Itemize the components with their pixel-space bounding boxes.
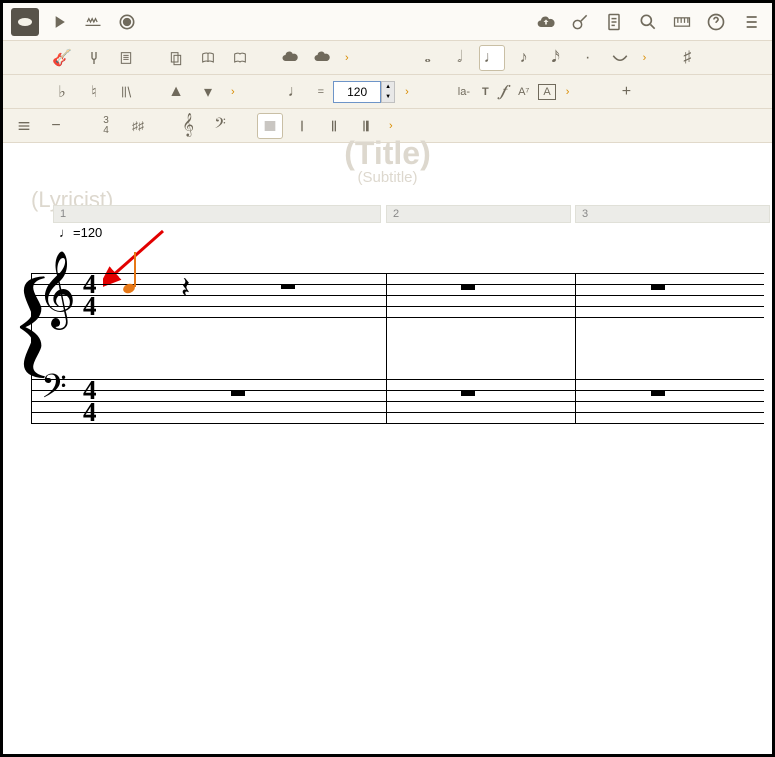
tempo-input-wrap: ▲ ▼: [333, 81, 395, 103]
flat-icon[interactable]: ♭: [49, 79, 75, 105]
grand-staff: 𝄔 𝄞 4 4 𝄽 𝄢 4: [31, 273, 764, 423]
tempo-down-icon[interactable]: ▼: [382, 92, 394, 102]
sixteenth-note-icon[interactable]: 𝅘𝅥𝅯: [543, 45, 569, 71]
measure-number[interactable]: 1: [53, 205, 381, 223]
tempo-marking[interactable]: =120: [59, 225, 102, 240]
piano-keys-icon[interactable]: [668, 8, 696, 36]
enharmonic-icon[interactable]: [113, 79, 139, 105]
time-signature[interactable]: 4 4: [83, 379, 97, 423]
measure-number[interactable]: 3: [575, 205, 770, 223]
app-logo-icon[interactable]: [11, 8, 39, 36]
barline-double-tool[interactable]: [321, 113, 347, 139]
cloud-down-icon[interactable]: [277, 45, 303, 71]
toolbar-accidentals-text: ♭ ♮ ▲ ▾ › ♩ = ▲ ▼ › la- T 𝆑 A⁷ A › +: [3, 75, 772, 109]
note-stem: [134, 252, 136, 287]
natural-icon[interactable]: ♮: [81, 79, 107, 105]
tempo-up-icon[interactable]: ▲: [382, 82, 394, 92]
accent-down-icon[interactable]: ▾: [195, 79, 221, 105]
chord-tool[interactable]: A⁷: [515, 86, 532, 98]
copy-icon[interactable]: [163, 45, 189, 71]
document-icon[interactable]: [600, 8, 628, 36]
group-expand-icon[interactable]: ›: [639, 52, 651, 64]
treble-clef-icon: 𝄞: [37, 257, 76, 323]
quarter-note-icon[interactable]: ♩: [479, 45, 505, 71]
score-canvas[interactable]: (Title) (Subtitle) (Lyricist) 1 2 3 =120…: [3, 143, 772, 754]
half-note-icon[interactable]: 𝅗𝅥: [447, 45, 473, 71]
barline[interactable]: [575, 273, 576, 423]
whole-rest-icon[interactable]: [231, 391, 245, 396]
guitar-small-icon[interactable]: 🎸: [49, 45, 75, 71]
cloud-upload-icon[interactable]: [532, 8, 560, 36]
measure-number[interactable]: 2: [386, 205, 571, 223]
plus-icon[interactable]: +: [613, 79, 639, 105]
tempo-equals-label: =: [315, 86, 327, 98]
cloud-up-icon[interactable]: [309, 45, 335, 71]
dynamics-tool[interactable]: 𝆑: [498, 83, 509, 101]
dot-icon[interactable]: ·: [575, 45, 601, 71]
group-expand-icon[interactable]: ›: [341, 52, 353, 64]
accent-up-icon[interactable]: ▲: [163, 79, 189, 105]
sharp-icon[interactable]: ♯: [674, 45, 700, 71]
main-toolbar: [3, 3, 772, 41]
piano-keyboard-icon[interactable]: [79, 8, 107, 36]
quarter-rest-icon[interactable]: 𝄽: [181, 272, 190, 306]
tuning-fork-icon[interactable]: [81, 45, 107, 71]
play-icon[interactable]: [45, 8, 73, 36]
whole-note-icon[interactable]: 𝅝: [415, 45, 441, 71]
group-expand-icon[interactable]: ›: [227, 86, 239, 98]
search-icon[interactable]: [634, 8, 662, 36]
barline[interactable]: [386, 273, 387, 423]
whole-rest-icon[interactable]: [651, 391, 665, 396]
barline-single-tool[interactable]: [289, 113, 315, 139]
book-icon[interactable]: [195, 45, 221, 71]
title-placeholder[interactable]: (Title): [344, 135, 431, 172]
lyrics-tool[interactable]: la-: [455, 86, 473, 98]
toolbar-instruments-notes: 🎸 › 𝅝 𝅗𝅥 ♩ ♪ 𝅘𝅥𝅯 · › ♯: [3, 41, 772, 75]
group-expand-icon[interactable]: ›: [401, 86, 413, 98]
menu-icon[interactable]: [11, 113, 37, 139]
help-icon[interactable]: [702, 8, 730, 36]
guitar-icon[interactable]: [566, 8, 594, 36]
record-icon[interactable]: [113, 8, 141, 36]
half-rest-icon[interactable]: [281, 284, 295, 289]
score-page-icon[interactable]: [113, 45, 139, 71]
group-expand-icon[interactable]: ›: [562, 86, 574, 98]
text-tool[interactable]: T: [479, 86, 492, 98]
tempo-input[interactable]: [333, 81, 381, 103]
group-expand-icon[interactable]: ›: [385, 120, 397, 132]
treble-staff[interactable]: 𝄞 4 4 𝄽: [31, 273, 764, 317]
barline: [31, 273, 32, 423]
subtitle-placeholder[interactable]: (Subtitle): [357, 169, 417, 186]
bass-staff[interactable]: 𝄢 4 4: [31, 379, 764, 423]
time-sig-tool[interactable]: 3 4: [93, 113, 119, 139]
system-break-tool[interactable]: [257, 113, 283, 139]
bass-clef-icon: 𝄢: [41, 371, 67, 411]
eighth-note-icon[interactable]: ♪: [511, 45, 537, 71]
treble-clef-tool[interactable]: 𝄞: [175, 113, 201, 139]
whole-rest-icon[interactable]: [461, 391, 475, 396]
tempo-note-icon: ♩: [283, 79, 309, 105]
pages-icon[interactable]: [227, 45, 253, 71]
minus-icon[interactable]: −: [43, 113, 69, 139]
key-sig-tool[interactable]: ♯♯: [125, 113, 151, 139]
tie-icon[interactable]: [607, 45, 633, 71]
whole-rest-icon[interactable]: [461, 285, 475, 290]
list-icon[interactable]: [736, 8, 764, 36]
bass-clef-tool[interactable]: 𝄢: [207, 113, 233, 139]
time-signature[interactable]: 4 4: [83, 273, 97, 317]
whole-rest-icon[interactable]: [651, 285, 665, 290]
rehearsal-mark-tool[interactable]: A: [538, 84, 555, 100]
